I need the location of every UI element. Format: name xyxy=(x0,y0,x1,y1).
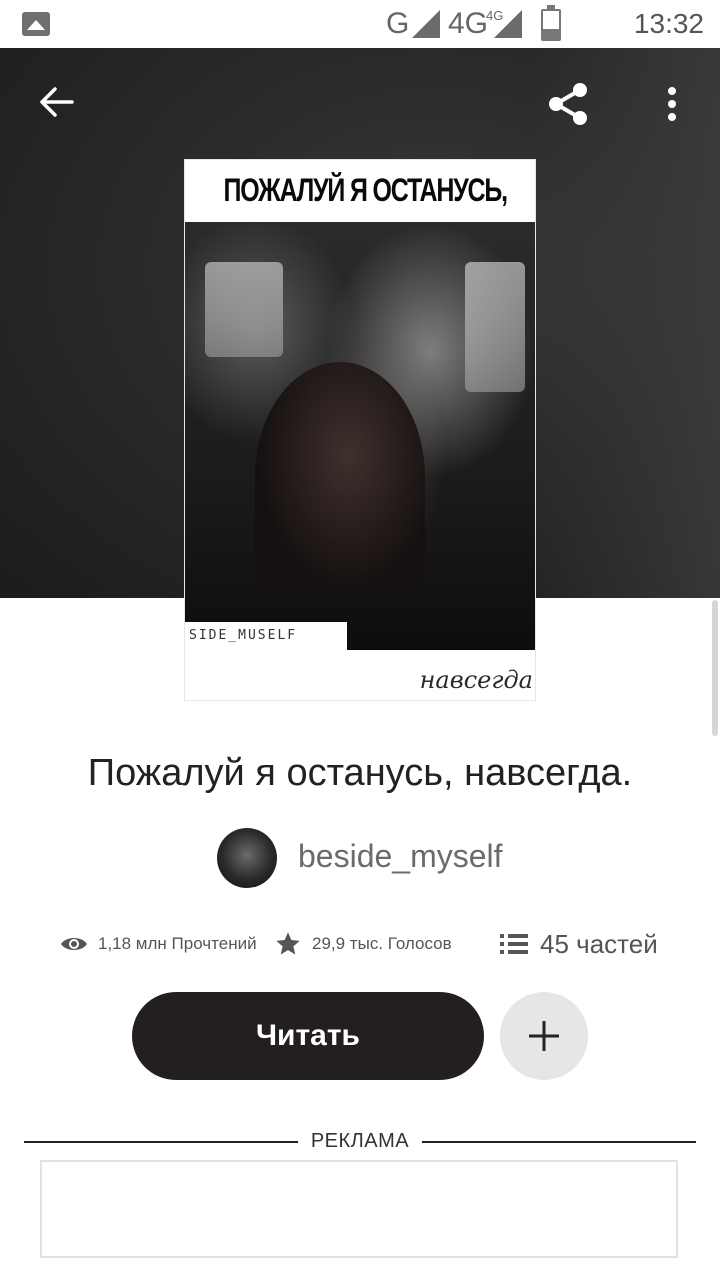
cover-photo-window-left xyxy=(205,262,283,357)
share-icon[interactable] xyxy=(544,80,592,128)
cover-author-tag: SIDE_MUSELF xyxy=(185,622,347,650)
hero-shade xyxy=(530,48,720,598)
stat-votes: 29,9 тыс. Голосов xyxy=(274,924,452,964)
network-type-1: G xyxy=(386,7,410,40)
more-vert-icon[interactable] xyxy=(662,86,682,126)
stat-votes-label: 29,9 тыс. Голосов xyxy=(312,934,452,953)
clock: 13:32 xyxy=(633,8,704,39)
scrollbar[interactable] xyxy=(712,600,718,736)
battery-icon xyxy=(541,5,561,41)
author-name[interactable]: beside_myself xyxy=(298,838,503,875)
signal-icon-1 xyxy=(412,10,440,38)
cover-title: ПОЖАЛУЙ Я ОСТАНУСЬ, xyxy=(223,172,509,208)
star-icon xyxy=(276,932,300,955)
stat-reads: 1,18 млн Прочтений xyxy=(60,924,257,964)
gallery-notification-icon xyxy=(22,12,50,36)
stat-parts-label[interactable]: 45 частей xyxy=(540,929,658,960)
add-to-library-button[interactable] xyxy=(500,992,588,1080)
story-stats: 1,18 млн Прочтений 29,9 тыс. Голосов 45 … xyxy=(0,924,720,964)
signal-icon-2 xyxy=(494,10,522,38)
cover-script-word: навсегда xyxy=(419,666,533,694)
ad-divider-left xyxy=(24,1141,298,1143)
story-title: Пожалуй я останусь, навсегда. xyxy=(87,752,633,794)
cover-photo-window-right xyxy=(465,262,525,392)
stat-parts[interactable]: 45 частей xyxy=(500,924,658,964)
status-bar: G 4G 4G 13:32 xyxy=(0,0,720,48)
list-icon xyxy=(500,934,528,954)
read-button[interactable]: Читать xyxy=(132,992,484,1080)
cover-photo xyxy=(185,222,535,650)
ad-header: РЕКЛАМА xyxy=(24,1128,696,1156)
plus-icon xyxy=(529,1021,559,1051)
avatar[interactable] xyxy=(217,828,277,888)
ad-divider-right xyxy=(422,1141,696,1143)
stat-reads-label: 1,18 млн Прочтений xyxy=(98,934,257,953)
cover-photo-figures xyxy=(255,362,425,592)
eye-icon xyxy=(61,938,87,950)
network-type-2: 4G xyxy=(448,7,489,40)
ad-slot[interactable] xyxy=(40,1160,678,1258)
book-cover[interactable]: ПОЖАЛУЙ Я ОСТАНУСЬ, SIDE_MUSELF навсегда xyxy=(185,160,535,700)
author-row[interactable]: beside_myself xyxy=(0,828,720,888)
arrow-left-icon[interactable] xyxy=(38,84,74,120)
ad-label: РЕКЛАМА xyxy=(310,1130,410,1152)
